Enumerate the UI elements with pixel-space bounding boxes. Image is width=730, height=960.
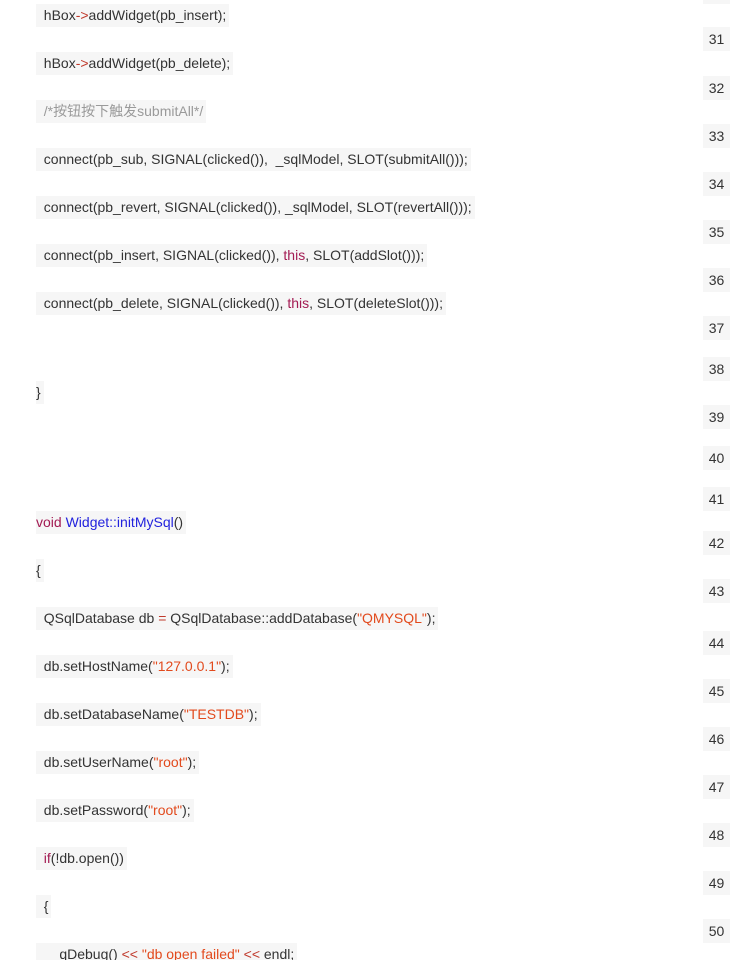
code-line: db.setHostName("127.0.0.1"); xyxy=(36,655,233,678)
code-token: this xyxy=(287,295,310,311)
line-number: 48 xyxy=(703,823,730,847)
code-token: , SLOT(addSlot())); xyxy=(305,247,425,263)
code-token: /*按钮按下触发submitAll*/ xyxy=(36,103,204,119)
line-number: 34 xyxy=(703,172,730,196)
line-number: 37 xyxy=(703,316,730,340)
line-number: 49 xyxy=(703,871,730,895)
line-number: 47 xyxy=(703,775,730,799)
code-line: connect(pb_revert, SIGNAL(clicked()), _s… xyxy=(36,196,475,219)
code-token: addWidget(pb_insert); xyxy=(88,7,227,23)
code-token: "127.0.0.1" xyxy=(152,658,222,674)
code-line: db.setPassword("root"); xyxy=(36,799,194,822)
code-token: void xyxy=(36,514,62,530)
code-listing: hBox->addWidget(pb_insert); hBox->addWid… xyxy=(0,0,690,960)
code-line: /*按钮按下触发submitAll*/ xyxy=(36,100,207,123)
code-token: Widget::initMySql xyxy=(65,514,174,530)
code-token: } xyxy=(36,384,41,400)
code-token: db.setDatabaseName( xyxy=(36,706,184,722)
line-number: 39 xyxy=(703,405,730,429)
code-token: hBox xyxy=(36,55,76,71)
line-number: 41 xyxy=(703,487,730,511)
line-number: 46 xyxy=(703,727,730,751)
code-token: ); xyxy=(221,658,230,674)
line-number: 43 xyxy=(703,579,730,603)
code-line: db.setUserName("root"); xyxy=(36,751,200,774)
code-token: -> xyxy=(75,55,89,71)
code-token: << xyxy=(121,946,138,960)
code-token: db.setUserName( xyxy=(36,754,154,770)
line-number-partial xyxy=(703,0,730,4)
code-line: hBox->addWidget(pb_delete); xyxy=(36,52,234,75)
code-token: hBox xyxy=(36,7,76,23)
code-token: "root" xyxy=(148,802,183,818)
code-token: if xyxy=(43,850,51,866)
code-line: if(!db.open()) xyxy=(36,847,127,870)
code-line: void Widget::initMySql() xyxy=(36,511,187,534)
code-line: hBox->addWidget(pb_insert); xyxy=(36,4,230,27)
line-number: 42 xyxy=(703,531,730,555)
line-number: 35 xyxy=(703,220,730,244)
code-token: "db open failed" xyxy=(141,946,240,960)
line-number: 45 xyxy=(703,679,730,703)
code-token: endl; xyxy=(260,946,295,960)
code-token: connect(pb_delete, SIGNAL(clicked()), xyxy=(36,295,288,311)
line-number: 33 xyxy=(703,124,730,148)
code-line: QSqlDatabase db = QSqlDatabase::addDatab… xyxy=(36,607,439,630)
code-line: connect(pb_sub, SIGNAL(clicked()), _sqlM… xyxy=(36,148,471,171)
code-token: "QMYSQL" xyxy=(357,610,427,626)
code-token: () xyxy=(173,514,184,530)
code-token: "TESTDB" xyxy=(183,706,250,722)
code-token: addWidget(pb_delete); xyxy=(88,55,231,71)
code-line: { xyxy=(36,559,44,582)
code-token: db.setHostName( xyxy=(36,658,153,674)
code-token: connect(pb_revert, SIGNAL(clicked()), _s… xyxy=(36,199,472,215)
line-number-gutter: 31 32 33 34 35 36 37 38 39 40 41 42 43 44 45 46 47 48 49 50 xyxy=(690,0,730,960)
code-token: { xyxy=(36,562,41,578)
line-number: 40 xyxy=(703,446,730,470)
code-token: -> xyxy=(75,7,89,23)
code-token: connect(pb_sub, SIGNAL(clicked()), _sqlM… xyxy=(36,151,468,167)
code-token: ); xyxy=(426,610,436,626)
code-line: connect(pb_insert, SIGNAL(clicked()), th… xyxy=(36,244,428,267)
code-line: db.setDatabaseName("TESTDB"); xyxy=(36,703,261,726)
code-token: this xyxy=(283,247,306,263)
code-token: db.setPassword( xyxy=(36,802,149,818)
line-number: 44 xyxy=(703,631,730,655)
code-token: { xyxy=(36,898,49,914)
line-number: 36 xyxy=(703,268,730,292)
code-token: "root" xyxy=(153,754,188,770)
code-token: , SLOT(deleteSlot())); xyxy=(309,295,443,311)
line-number: 50 xyxy=(703,919,730,943)
line-number: 31 xyxy=(703,27,730,51)
code-token: qDebug() xyxy=(36,946,122,960)
code-token: ); xyxy=(187,754,197,770)
code-line: { xyxy=(36,895,52,918)
code-line: qDebug() << "db open failed" << endl; xyxy=(36,943,298,960)
line-number: 32 xyxy=(703,76,730,100)
code-token: connect(pb_insert, SIGNAL(clicked()), xyxy=(36,247,284,263)
code-token: QSqlDatabase::addDatabase( xyxy=(166,610,358,626)
code-line: connect(pb_delete, SIGNAL(clicked()), th… xyxy=(36,292,446,315)
code-line: } xyxy=(36,381,44,404)
code-token: ); xyxy=(249,706,258,722)
code-token: ); xyxy=(182,802,191,818)
code-token: << xyxy=(243,946,260,960)
line-number: 38 xyxy=(703,357,730,381)
code-token: (!db.open()) xyxy=(50,850,124,866)
code-token: QSqlDatabase db xyxy=(36,610,159,626)
